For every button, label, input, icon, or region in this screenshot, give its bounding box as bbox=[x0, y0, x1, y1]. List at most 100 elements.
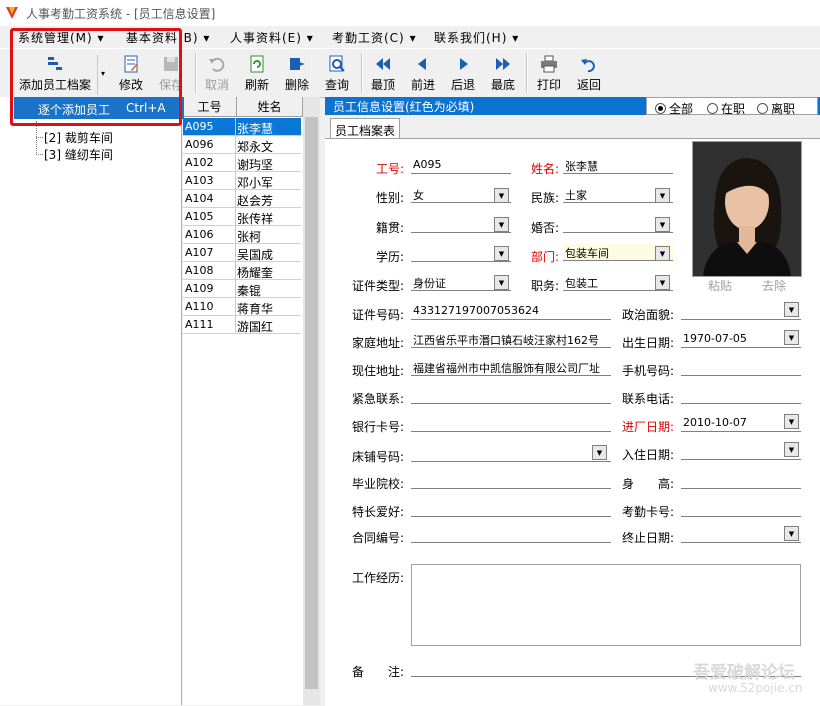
table-row[interactable]: A109 秦锟 bbox=[183, 280, 301, 298]
next-icon bbox=[460, 58, 468, 70]
prev-icon bbox=[418, 58, 426, 70]
chevron-down-icon[interactable]: ▼ bbox=[655, 246, 670, 261]
remove-photo-button[interactable]: 去除 bbox=[762, 277, 786, 294]
end-date-field[interactable] bbox=[681, 526, 801, 543]
menu-contact[interactable]: 联系我们(H) ▾ bbox=[434, 29, 519, 46]
emergency-field[interactable] bbox=[411, 387, 611, 404]
label-dept: 部门: bbox=[531, 250, 560, 264]
chevron-down-icon[interactable]: ▼ bbox=[494, 275, 509, 290]
contact-phone-field[interactable] bbox=[681, 387, 801, 404]
list-scrollbar[interactable] bbox=[303, 97, 320, 705]
table-row[interactable]: A104 赵会芳 bbox=[183, 190, 301, 208]
cancel-button[interactable]: 取消 bbox=[200, 55, 234, 95]
experience-textarea[interactable] bbox=[411, 564, 801, 646]
height-field[interactable] bbox=[681, 472, 801, 489]
label-position: 职务: bbox=[531, 279, 560, 293]
emp-no-field[interactable]: A095 bbox=[411, 157, 511, 174]
table-row[interactable]: A096 郑永文 bbox=[183, 136, 301, 154]
table-row[interactable]: A110 蒋育华 bbox=[183, 298, 301, 316]
print-button[interactable]: 打印 bbox=[532, 55, 566, 95]
tab-employee-record[interactable]: 员工档案表 bbox=[330, 118, 400, 138]
table-row[interactable]: A111 游国红 bbox=[183, 316, 301, 334]
prev-record-button[interactable]: 前进 bbox=[406, 55, 440, 95]
birth-date-field[interactable]: 1970-07-05 bbox=[681, 331, 801, 348]
label-birth: 出生日期: bbox=[622, 336, 675, 350]
label-mobile: 手机号码: bbox=[622, 364, 675, 378]
search-icon bbox=[329, 55, 345, 72]
home-address-field[interactable]: 江西省乐平市湣口镇石岐汪家村162号 bbox=[411, 331, 611, 348]
table-row[interactable]: A103 邓小军 bbox=[183, 172, 301, 190]
radio-all[interactable]: 全部 bbox=[655, 100, 693, 117]
photo-buttons: 粘贴 去除 bbox=[692, 276, 800, 294]
radio-active[interactable]: 在职 bbox=[707, 100, 745, 117]
bed-select[interactable] bbox=[411, 445, 611, 462]
chevron-down-icon[interactable]: ▼ bbox=[655, 217, 670, 232]
undo-icon bbox=[209, 57, 225, 72]
id-no-field[interactable]: 433127197007053624 bbox=[411, 303, 611, 320]
return-button[interactable]: 返回 bbox=[572, 55, 606, 95]
toolbar-separator bbox=[361, 53, 363, 93]
checkin-date-field[interactable] bbox=[681, 443, 801, 460]
column-header-name[interactable]: 姓名 bbox=[237, 97, 303, 117]
last-record-button[interactable]: 最底 bbox=[486, 55, 520, 95]
menu-attendance[interactable]: 考勤工资(C) ▾ bbox=[332, 29, 417, 46]
delete-button[interactable]: 删除 bbox=[280, 55, 314, 95]
hobby-field[interactable] bbox=[411, 500, 611, 517]
chevron-down-icon[interactable]: ▼ bbox=[784, 526, 799, 541]
menu-personnel[interactable]: 人事资料(E) ▾ bbox=[230, 29, 314, 46]
political-select[interactable] bbox=[681, 303, 801, 320]
query-button[interactable]: 查询 bbox=[320, 55, 354, 95]
paste-photo-button[interactable]: 粘贴 bbox=[708, 277, 732, 294]
chevron-down-icon[interactable]: ▼ bbox=[592, 445, 607, 460]
chevron-down-icon[interactable]: ▼ bbox=[494, 217, 509, 232]
join-date-field[interactable]: 2010-10-07 bbox=[681, 415, 801, 432]
chevron-down-icon[interactable]: ▼ bbox=[655, 188, 670, 203]
tree-item-sewing[interactable]: [3] 缝纫车间 bbox=[44, 146, 113, 163]
chevron-down-icon[interactable]: ▼ bbox=[494, 188, 509, 203]
chevron-down-icon[interactable]: ▼ bbox=[784, 442, 799, 457]
printer-icon bbox=[541, 55, 557, 73]
attendance-card-field[interactable] bbox=[681, 500, 801, 517]
next-record-button[interactable]: 后退 bbox=[446, 55, 480, 95]
contract-field[interactable] bbox=[411, 526, 611, 543]
current-address-field[interactable]: 福建省福州市中凯信服饰有限公司厂址 bbox=[411, 359, 611, 376]
last-icon bbox=[496, 58, 510, 70]
table-row[interactable]: A108 杨耀奎 bbox=[183, 262, 301, 280]
label-bank: 银行卡号: bbox=[352, 420, 405, 434]
refresh-button[interactable]: 刷新 bbox=[240, 55, 274, 95]
status-filter: 全部 在职 离职 bbox=[646, 97, 818, 117]
return-icon bbox=[581, 59, 595, 73]
column-header-id[interactable]: 工号 bbox=[183, 97, 237, 117]
label-experience: 工作经历: bbox=[352, 571, 405, 585]
chevron-down-icon[interactable]: ▼ bbox=[784, 330, 799, 345]
first-record-button[interactable]: 最顶 bbox=[366, 55, 400, 95]
table-row[interactable]: A106 张柯 bbox=[183, 226, 301, 244]
chevron-down-icon[interactable]: ▼ bbox=[784, 414, 799, 429]
highlight-box bbox=[10, 28, 182, 126]
label-id-no: 证件号码: bbox=[352, 308, 405, 322]
label-home-addr: 家庭地址: bbox=[352, 336, 405, 350]
employee-list: 工号 姓名 A095 张李慧 A096 郑永文 A102 谢玙坚 A103 邓小军 A1… bbox=[183, 97, 304, 705]
radio-left[interactable]: 离职 bbox=[757, 100, 795, 117]
toolbar-separator bbox=[195, 53, 197, 93]
chevron-down-icon[interactable]: ▼ bbox=[655, 275, 670, 290]
school-field[interactable] bbox=[411, 472, 611, 489]
table-row[interactable]: A107 吴国成 bbox=[183, 244, 301, 262]
label-remark: 备 注: bbox=[352, 665, 405, 679]
name-field[interactable]: 张李慧 bbox=[563, 157, 673, 174]
table-row[interactable]: A105 张传祥 bbox=[183, 208, 301, 226]
label-contact-phone: 联系电话: bbox=[622, 392, 675, 406]
chevron-down-icon[interactable]: ▼ bbox=[784, 302, 799, 317]
table-row[interactable]: A095 张李慧 bbox=[183, 118, 301, 136]
label-education: 学历: bbox=[376, 250, 405, 264]
bank-card-field[interactable] bbox=[411, 415, 611, 432]
tree-line bbox=[36, 121, 38, 155]
tree-item-cutting[interactable]: [2] 裁剪车间 bbox=[44, 129, 113, 146]
label-id-type: 证件类型: bbox=[352, 279, 405, 293]
chevron-down-icon[interactable]: ▼ bbox=[494, 246, 509, 261]
table-row[interactable]: A102 谢玙坚 bbox=[183, 154, 301, 172]
label-emp-no: 工号: bbox=[376, 162, 405, 176]
scrollbar-thumb[interactable] bbox=[305, 117, 318, 689]
title-bar: 人事考勤工资系统 - [员工信息设置] bbox=[0, 0, 820, 26]
mobile-field[interactable] bbox=[681, 359, 801, 376]
